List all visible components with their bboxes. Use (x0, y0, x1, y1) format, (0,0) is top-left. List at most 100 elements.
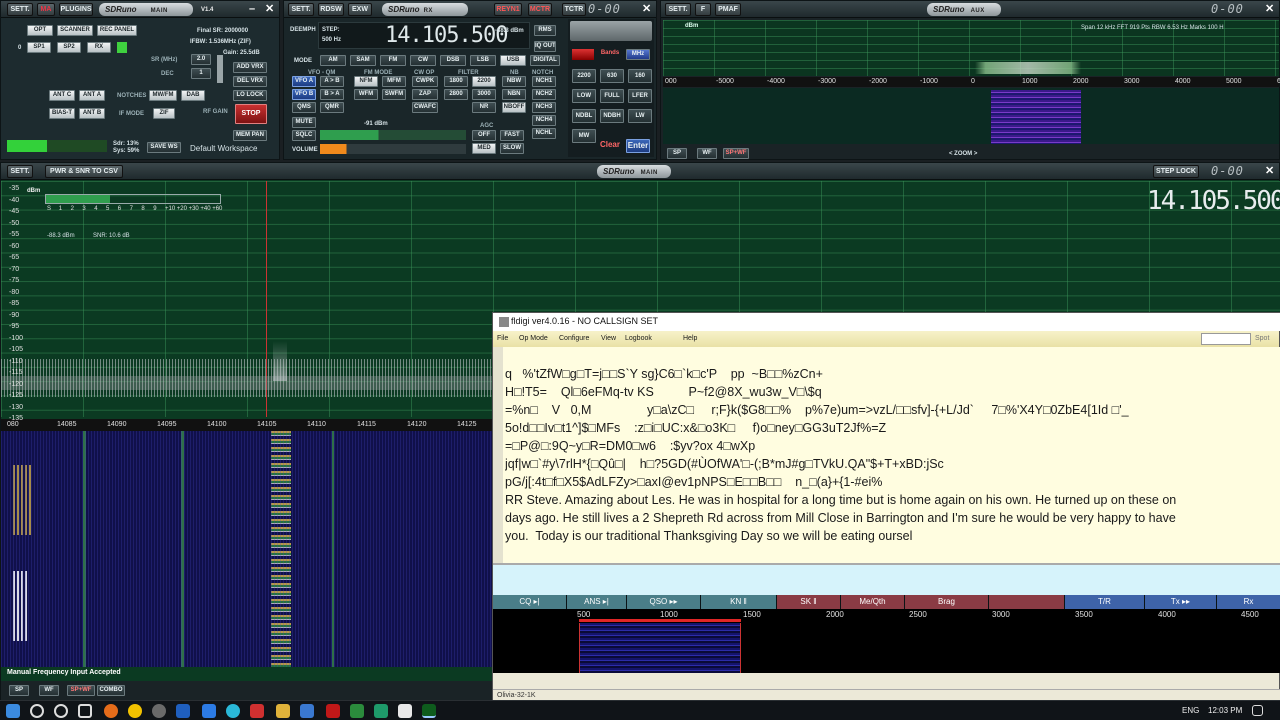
mute-button[interactable]: MUTE (292, 117, 316, 128)
sett-tab[interactable]: SETT. (7, 3, 33, 16)
filter-1800-button[interactable]: 1800 (444, 76, 468, 87)
rx-close-icon[interactable]: ✕ (642, 3, 651, 16)
zif-button[interactable]: ZIF (153, 108, 175, 119)
macro-button[interactable]: Tx ▸▸ (1145, 595, 1217, 609)
ant-a-button[interactable]: ANT A (79, 90, 105, 101)
key-160-button[interactable]: 160 (628, 69, 652, 83)
rdsw-tab[interactable]: RDSW (318, 3, 344, 16)
zoom-control[interactable]: < ZOOM > (949, 150, 977, 158)
filter-2800-button[interactable]: 2800 (444, 89, 468, 100)
tx-text-panel[interactable] (493, 563, 1280, 597)
notch-nch1-button[interactable]: NCH1 (532, 76, 556, 87)
agc-fast-button[interactable]: FAST (500, 130, 524, 141)
macro-button[interactable]: SK ‖ (777, 595, 841, 609)
chrome-icon[interactable] (128, 704, 142, 718)
tctr-tab[interactable]: TCTR (562, 3, 586, 16)
filter-3000-button[interactable]: 3000 (472, 89, 496, 100)
dec-field[interactable]: 1 (191, 68, 211, 79)
aux-spwf-button[interactable]: SP+WF (723, 148, 749, 159)
key-low-button[interactable]: LOW (572, 89, 596, 103)
menu-logbook[interactable]: Logbook (625, 334, 652, 344)
spot-field[interactable] (1201, 333, 1251, 345)
fm-nfm-button[interactable]: NFM (354, 76, 378, 87)
menu-opmode[interactable]: Op Mode (519, 334, 548, 344)
filter-2200-button[interactable]: 2200 (472, 76, 496, 87)
key-full-button[interactable]: FULL (600, 89, 624, 103)
plugins-tab[interactable]: PLUGINS (59, 3, 93, 16)
ant-c-button[interactable]: ANT C (49, 90, 75, 101)
macro-button[interactable]: Brag (905, 595, 989, 609)
rx-text-panel[interactable]: q %'tZfW□g□T=j□□S`Y sg}C6□`k□c'P pp ~B□□… (493, 347, 1280, 563)
key-lw-button[interactable]: LW (628, 109, 652, 123)
key-mw-button[interactable]: MW (572, 129, 596, 143)
vfo-0-button[interactable]: VFO A (292, 76, 316, 87)
app-icon-5[interactable] (326, 704, 340, 718)
iq-out-button[interactable]: IQ OUT (534, 41, 556, 52)
mode-dsb-button[interactable]: DSB (440, 55, 466, 66)
app-icon-6[interactable] (350, 704, 364, 718)
app-icon-4[interactable] (250, 704, 264, 718)
nb-nboff-button[interactable]: NBOFF (502, 102, 526, 113)
notch-nch2-button[interactable]: NCH2 (532, 89, 556, 100)
aux-sp-button[interactable]: SP (667, 148, 687, 159)
exw-tab[interactable]: EXW (348, 3, 372, 16)
cw-cwafc-button[interactable]: CWAFC (412, 102, 438, 113)
firefox-icon[interactable] (104, 704, 118, 718)
squelch-slider[interactable] (320, 130, 466, 140)
main-sp-sett-tab[interactable]: SETT. (7, 165, 33, 178)
rec-panel-button[interactable]: REC PANEL (97, 25, 137, 36)
key-ndbh-button[interactable]: NDBH (600, 109, 624, 123)
notch-nchl-button[interactable]: NCHL (532, 128, 556, 139)
vfo-1-button[interactable]: A > B (320, 76, 344, 87)
agc-med-button[interactable]: MED (472, 143, 496, 154)
app-icon-8[interactable] (398, 704, 412, 718)
cw-cwpk-button[interactable]: CWPK (412, 76, 438, 87)
rx-button[interactable]: RX (87, 42, 111, 53)
rx-sett-tab[interactable]: SETT. (288, 3, 314, 16)
volume-slider[interactable] (320, 144, 466, 154)
main-wf-button[interactable]: WF (39, 685, 59, 696)
menu-view[interactable]: View (601, 334, 616, 344)
mode-am-button[interactable]: AM (320, 55, 346, 66)
vfo-5-button[interactable]: QMR (320, 102, 344, 113)
enter-button[interactable]: Enter (626, 139, 650, 153)
main-sp-button[interactable]: SP (9, 685, 29, 696)
mode-sam-button[interactable]: SAM (350, 55, 376, 66)
fm-wfm-button[interactable]: WFM (354, 89, 378, 100)
macro-button[interactable]: CQ ▸| (493, 595, 567, 609)
notifications-icon[interactable] (1252, 705, 1263, 716)
macro-button[interactable]: QSO ▸▸ (627, 595, 701, 609)
menu-file[interactable]: File (497, 334, 508, 344)
rx-scrollbar[interactable] (493, 347, 503, 563)
menu-configure[interactable]: Configure (559, 334, 589, 344)
main-sp-close-icon[interactable]: ✕ (1265, 165, 1274, 178)
bias-t-button[interactable]: BIAS-T (49, 108, 75, 119)
start-icon[interactable] (6, 704, 20, 718)
aux-close-icon[interactable]: ✕ (1265, 3, 1274, 16)
notch-nch3-button[interactable]: NCH3 (532, 102, 556, 113)
vfo-3-button[interactable]: B > A (320, 89, 344, 100)
sr-field[interactable]: 2.0 (191, 54, 211, 65)
macro-button[interactable]: ANS ▸| (567, 595, 627, 609)
agc-slow-button[interactable]: SLOW (500, 143, 524, 154)
clear-button[interactable]: Clear (598, 139, 622, 153)
sp1-button[interactable]: SP1 (27, 42, 51, 53)
nb-nbn-button[interactable]: NBN (502, 89, 526, 100)
mem-pan-button[interactable]: MEM PAN (233, 130, 267, 141)
cw-zap-button[interactable]: ZAP (412, 89, 438, 100)
del-vrx-button[interactable]: DEL VRX (233, 76, 267, 87)
combo-button[interactable]: COMBO (97, 685, 125, 696)
lang-indicator[interactable]: ENG (1182, 706, 1199, 715)
mctr-tab[interactable]: MCTR (528, 3, 552, 16)
vfo-4-button[interactable]: QMS (292, 102, 316, 113)
macro-button[interactable]: KN ‖ (701, 595, 777, 609)
mode-usb-button[interactable]: USB (500, 55, 526, 66)
filter-nr-button[interactable]: NR (472, 102, 496, 113)
menu-help[interactable]: Help (683, 334, 697, 344)
ant-b-button[interactable]: ANT B (79, 108, 105, 119)
reyn1-tab[interactable]: REYN1 (494, 3, 522, 16)
cortana-icon[interactable] (54, 704, 68, 718)
save-ws-button[interactable]: SAVE WS (147, 142, 181, 153)
search-icon[interactable] (30, 704, 44, 718)
app-icon-9[interactable] (422, 704, 436, 718)
